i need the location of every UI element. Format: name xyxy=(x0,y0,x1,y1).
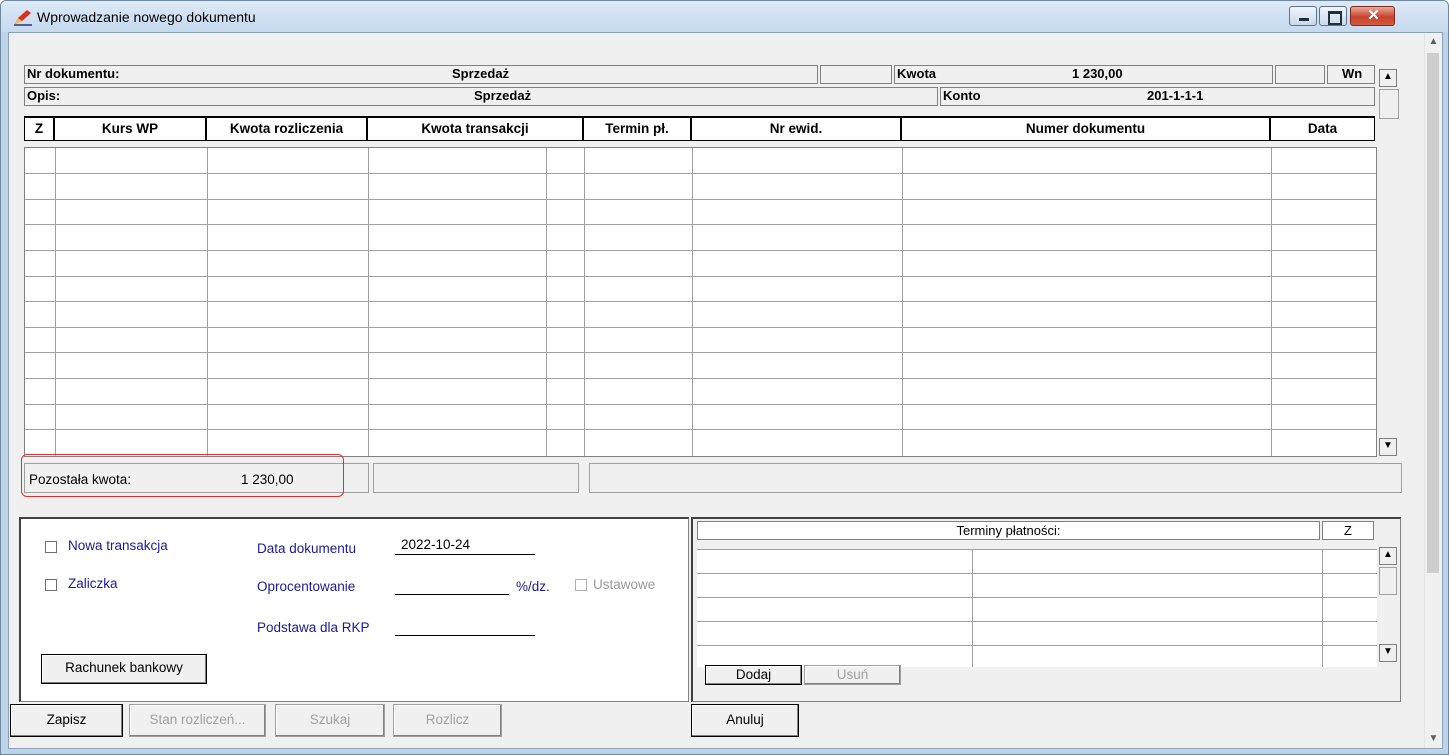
new-transaction-label[interactable]: Nowa transakcja xyxy=(68,538,168,553)
client-area: ▲ ▼ Nr dokumentu: Sprzedaż Kwota 1 230,0… xyxy=(8,32,1443,749)
grid-row-line xyxy=(25,404,1376,405)
payment-terms-header: Terminy płatności: xyxy=(697,521,1320,540)
cancel-button[interactable]: Anuluj xyxy=(691,704,799,737)
grid-col-line xyxy=(692,148,693,456)
grid-row-line xyxy=(697,549,1377,550)
add-term-button[interactable]: Dodaj xyxy=(705,665,802,685)
nr-dokumentu-label: Nr dokumentu: xyxy=(27,66,120,81)
grid-row-line xyxy=(697,573,1377,574)
document-form-panel: Nowa transakcja Zaliczka Data dokumentu … xyxy=(19,517,689,702)
header-empty-cell-2 xyxy=(1275,65,1325,84)
close-icon: ✕ xyxy=(1367,7,1380,24)
grid-col-line xyxy=(584,148,585,456)
window-title: Wprowadzanie nowego dokumentu xyxy=(37,9,256,25)
rkp-label: Podstawa dla RKP xyxy=(257,620,370,635)
grid-row-line xyxy=(25,301,1376,302)
interest-input[interactable] xyxy=(395,594,509,595)
maximize-button[interactable] xyxy=(1319,6,1347,26)
col-header-kwota-transakcji[interactable]: Kwota transakcji xyxy=(367,116,583,141)
col-header-numer-dokumentu[interactable]: Numer dokumentu xyxy=(901,116,1270,141)
save-button[interactable]: Zapisz xyxy=(10,704,123,737)
grid-scroll-thumb[interactable] xyxy=(1379,89,1399,119)
doc-date-input[interactable]: 2022-10-24 xyxy=(401,537,470,552)
grid-col-line xyxy=(1271,148,1272,456)
grid-col-line xyxy=(368,148,369,456)
grid-row-line xyxy=(25,352,1376,353)
remaining-amount-highlight xyxy=(21,454,344,497)
opis-value: Sprzedaż xyxy=(474,88,532,103)
settlement-state-button: Stan rozliczeń... xyxy=(129,704,266,737)
col-header-termin[interactable]: Termin pł. xyxy=(583,116,691,141)
restore-icon xyxy=(1328,11,1342,25)
payment-terms-z-header: Z xyxy=(1322,521,1374,540)
grid-row-line xyxy=(25,276,1376,277)
window-scrollbar[interactable]: ▲ ▼ xyxy=(1424,33,1442,748)
konto-value: 201-1-1-1 xyxy=(1147,88,1204,103)
nr-dokumentu-cell xyxy=(24,65,818,84)
pen-document-icon xyxy=(14,10,32,26)
statutory-checkbox xyxy=(575,579,587,591)
kwota-value: 1 230,00 xyxy=(1072,66,1123,81)
terms-scroll-thumb[interactable] xyxy=(1379,567,1397,595)
col-header-nr-ewid[interactable]: Nr ewid. xyxy=(691,116,901,141)
minimize-button[interactable] xyxy=(1289,6,1317,26)
doc-date-underline xyxy=(395,554,535,555)
status-field-3 xyxy=(589,463,1402,493)
terms-scroll-up-icon[interactable]: ▲ xyxy=(1379,547,1397,565)
grid-row-line xyxy=(697,621,1377,622)
header-empty-cell xyxy=(820,65,892,84)
grid-row-line xyxy=(25,327,1376,328)
grid-col-line xyxy=(55,148,56,456)
payment-terms-panel: Terminy płatności: Z ▲ ▼ Dodaj Usuń xyxy=(691,517,1401,702)
scroll-down-icon[interactable]: ▼ xyxy=(1425,730,1442,748)
doc-date-label: Data dokumentu xyxy=(257,541,357,556)
terms-scroll-down-icon[interactable]: ▼ xyxy=(1379,644,1397,662)
rkp-input[interactable] xyxy=(395,635,535,636)
bank-account-button[interactable]: Rachunek bankowy xyxy=(41,654,207,684)
opis-label: Opis: xyxy=(27,88,61,103)
main-window: Wprowadzanie nowego dokumentu ✕ ▲ ▼ Nr d… xyxy=(0,0,1449,755)
grid-row-line xyxy=(25,199,1376,200)
nr-dokumentu-value: Sprzedaż xyxy=(452,66,510,81)
konto-label: Konto xyxy=(943,88,981,103)
minimize-icon xyxy=(1299,18,1309,21)
col-header-data[interactable]: Data xyxy=(1270,116,1375,141)
advance-label[interactable]: Zaliczka xyxy=(68,576,118,591)
grid-row-line xyxy=(697,597,1377,598)
grid-scroll-down-icon[interactable]: ▼ xyxy=(1379,438,1397,456)
col-header-z[interactable]: Z xyxy=(24,116,54,141)
grid-row-line xyxy=(25,173,1376,174)
payment-terms-grid[interactable] xyxy=(697,549,1377,667)
interest-label: Oprocentowanie xyxy=(257,579,356,594)
col-header-kurs-wp[interactable]: Kurs WP xyxy=(54,116,206,141)
grid-col-line xyxy=(972,549,973,667)
grid-row-line xyxy=(25,378,1376,379)
status-field-2 xyxy=(373,463,579,493)
settle-button: Rozlicz xyxy=(393,704,502,737)
scrollbar-thumb[interactable] xyxy=(1427,53,1439,573)
grid-col-line xyxy=(902,148,903,456)
interest-unit: %/dz. xyxy=(516,579,550,594)
side-value: Wn xyxy=(1342,66,1363,81)
grid-row-line xyxy=(25,250,1376,251)
remove-term-button: Usuń xyxy=(804,665,901,685)
grid-row-line xyxy=(697,645,1377,646)
advance-checkbox[interactable] xyxy=(45,579,57,591)
search-button: Szukaj xyxy=(275,704,385,737)
settlement-grid[interactable] xyxy=(24,147,1377,457)
grid-col-line xyxy=(1322,549,1323,667)
statutory-label: Ustawowe xyxy=(593,577,656,592)
grid-row-line xyxy=(25,224,1376,225)
col-header-kwota-rozliczenia[interactable]: Kwota rozliczenia xyxy=(206,116,367,141)
grid-col-line xyxy=(546,148,547,456)
title-bar[interactable]: Wprowadzanie nowego dokumentu ✕ xyxy=(1,1,1448,32)
new-transaction-checkbox[interactable] xyxy=(45,541,57,553)
close-button[interactable]: ✕ xyxy=(1350,6,1395,26)
grid-scroll-up-icon[interactable]: ▲ xyxy=(1379,69,1397,87)
scroll-up-icon[interactable]: ▲ xyxy=(1425,33,1442,51)
kwota-label: Kwota xyxy=(897,66,936,81)
grid-row-line xyxy=(25,429,1376,430)
grid-col-line xyxy=(207,148,208,456)
